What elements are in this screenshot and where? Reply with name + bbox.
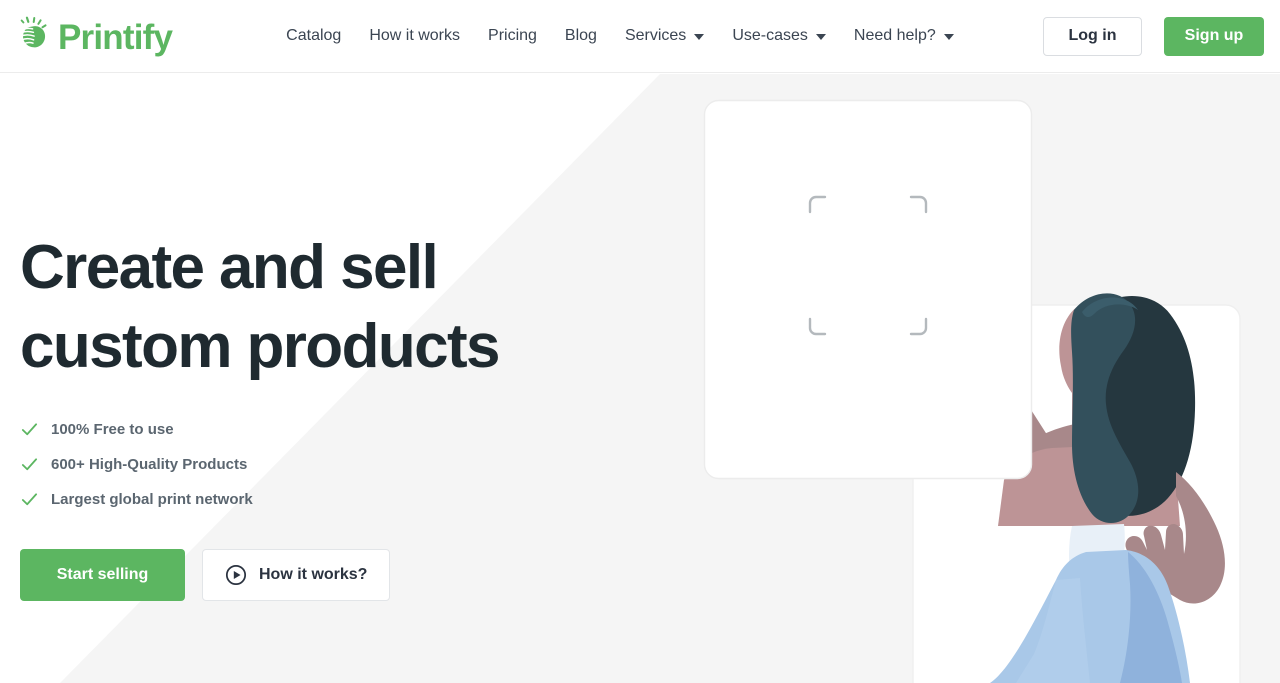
- start-selling-button[interactable]: Start selling: [20, 549, 185, 601]
- login-button[interactable]: Log in: [1043, 16, 1142, 56]
- nav-item-blog[interactable]: Blog: [551, 0, 611, 72]
- product-card-front: [703, 99, 1033, 480]
- nav-item-need-help[interactable]: Need help?: [840, 0, 968, 72]
- site-header: Printify Catalog How it works Pricing Bl…: [0, 0, 1280, 73]
- feature-bullet-list: 100% Free to use 600+ High-Quality Produ…: [20, 412, 580, 517]
- nav-label: Blog: [564, 27, 597, 44]
- nav-label: Need help?: [853, 27, 936, 44]
- play-circle-icon: [225, 564, 247, 586]
- printify-hand-logo-icon: [19, 16, 47, 48]
- nav-label: Services: [624, 27, 687, 44]
- bullet-label: 100% Free to use: [51, 421, 174, 438]
- check-icon: [21, 493, 38, 506]
- headline-line-1: Create and sell: [20, 233, 439, 302]
- main-nav: Catalog How it works Pricing Blog Servic…: [272, 0, 968, 72]
- check-icon: [21, 458, 38, 471]
- cta-row: Start selling How it works?: [20, 549, 580, 601]
- bullet-label: Largest global print network: [51, 491, 253, 508]
- list-item: 100% Free to use: [20, 412, 580, 447]
- hero-illustration: [703, 99, 1241, 683]
- nav-item-how-it-works[interactable]: How it works: [355, 0, 474, 72]
- page-title: Create and sell custom products: [20, 228, 580, 386]
- nav-item-services[interactable]: Services: [611, 0, 718, 72]
- hero-section: Create and sell custom products 100% Fre…: [0, 74, 1280, 683]
- nav-item-pricing[interactable]: Pricing: [474, 0, 551, 72]
- how-it-works-label: How it works?: [259, 566, 368, 583]
- check-icon: [21, 423, 38, 436]
- nav-label: Catalog: [286, 27, 342, 44]
- hero-copy: Create and sell custom products 100% Fre…: [20, 74, 580, 601]
- nav-label: How it works: [369, 27, 461, 44]
- brand-name: Printify: [58, 17, 173, 57]
- nav-label: Pricing: [488, 27, 537, 44]
- nav-label: Use-cases: [732, 27, 808, 44]
- list-item: 600+ High-Quality Products: [20, 447, 580, 482]
- nav-item-use-cases[interactable]: Use-cases: [718, 0, 840, 72]
- chevron-down-icon: [943, 34, 954, 40]
- chevron-down-icon: [815, 34, 826, 40]
- nav-item-catalog[interactable]: Catalog: [272, 0, 355, 72]
- header-actions: Log in Sign up: [1043, 16, 1264, 56]
- brand-logo-link[interactable]: Printify: [18, 16, 173, 57]
- list-item: Largest global print network: [20, 482, 580, 517]
- how-it-works-button[interactable]: How it works?: [202, 549, 391, 601]
- bullet-label: 600+ High-Quality Products: [51, 456, 248, 473]
- headline-line-2: custom products: [20, 312, 501, 381]
- signup-button[interactable]: Sign up: [1164, 16, 1264, 56]
- chevron-down-icon: [694, 34, 705, 40]
